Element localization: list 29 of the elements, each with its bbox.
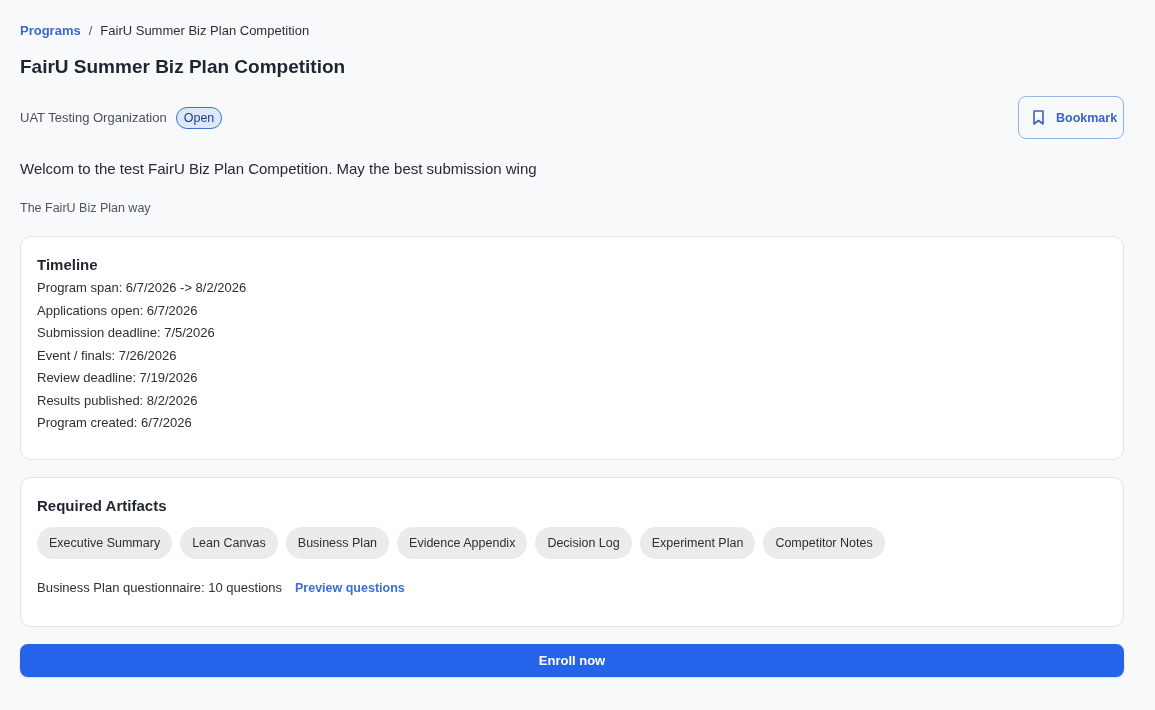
breadcrumb-current: FairU Summer Biz Plan Competition [100, 22, 310, 40]
artifact-chip: Evidence Appendix [397, 526, 528, 559]
bookmark-icon [1033, 110, 1044, 125]
artifact-chip: Business Plan [285, 526, 390, 559]
artifact-chip: Executive Summary [37, 526, 173, 559]
page-title: FairU Summer Biz Plan Competition [20, 55, 347, 79]
timeline-line: Program created: 6/7/2026 [37, 414, 193, 432]
timeline-line: Results published: 8/2/2026 [37, 391, 199, 410]
breadcrumb-separator: / [88, 22, 93, 40]
artifact-chip: Decision Log [535, 526, 632, 559]
breadcrumb-link[interactable]: Programs [20, 22, 81, 40]
artifact-chip: Experiment Plan [639, 526, 756, 559]
preview-questions-link[interactable]: Preview questions [295, 578, 405, 597]
timeline-heading: Timeline [37, 255, 99, 275]
tagline-text: The FairU Biz Plan way [20, 200, 152, 217]
description-text: Welcom to the test FairU Biz Plan Competition. May the best submission wing [20, 159, 538, 179]
artifacts-heading: Required Artifacts [37, 495, 168, 516]
enroll-button[interactable]: Enroll now [20, 643, 1124, 677]
artifact-chip: Lean Canvas [180, 526, 278, 559]
timeline-line: Submission deadline: 7/5/2026 [37, 324, 216, 342]
bookmark-button[interactable]: Bookmark [1018, 96, 1124, 139]
timeline-line: Applications open: 6/7/2026 [37, 301, 199, 320]
status-badge: Open [175, 106, 223, 129]
timeline-line: Program span: 6/7/2026 -> 8/2/2026 [37, 279, 248, 297]
artifact-chip: Competitor Notes [763, 526, 885, 559]
organization-name: UAT Testing Organization [20, 110, 167, 125]
timeline-line: Review deadline: 7/19/2026 [37, 369, 199, 387]
timeline-line: Event / finals: 7/26/2026 [37, 346, 178, 365]
questionnaire-text: Business Plan questionnaire: 10 questions [37, 578, 282, 597]
